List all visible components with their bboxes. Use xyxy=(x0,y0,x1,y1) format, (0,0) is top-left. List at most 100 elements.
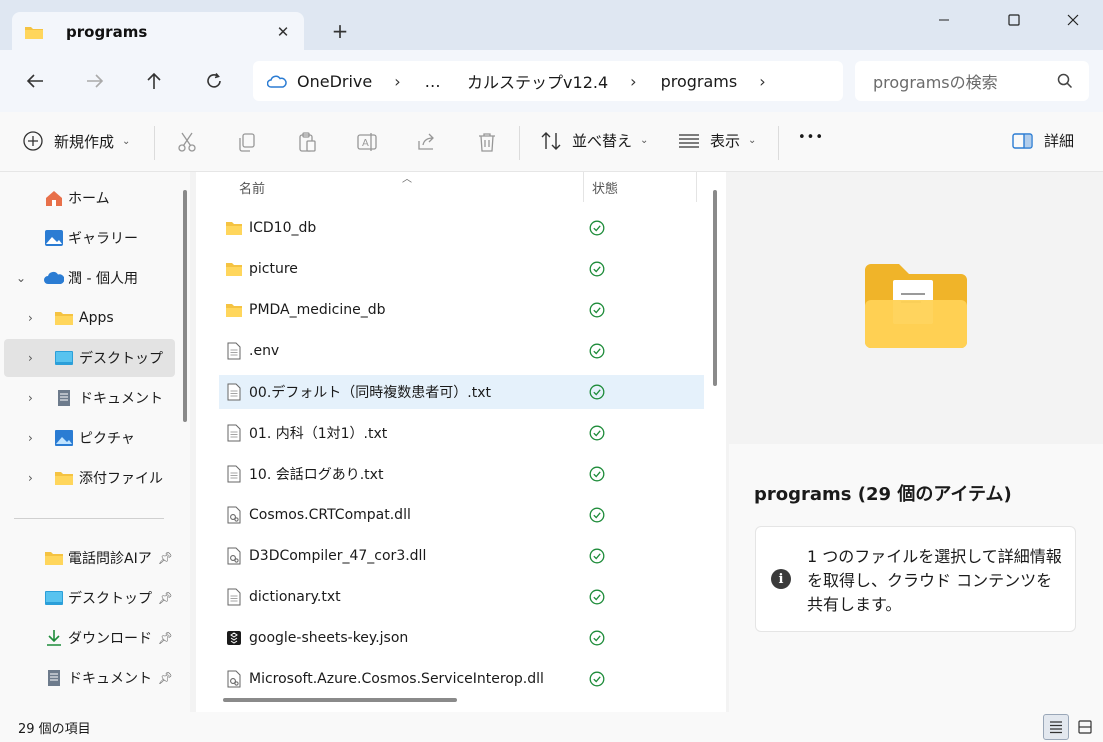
sync-status-icon xyxy=(589,548,605,564)
breadcrumb-separator[interactable]: › xyxy=(630,72,636,91)
close-icon xyxy=(1067,14,1079,26)
pin-icon[interactable]: 📌︎ xyxy=(158,591,173,605)
refresh-icon xyxy=(207,72,221,88)
file-row[interactable]: picture xyxy=(219,252,704,286)
large-icons-view-button[interactable] xyxy=(1072,714,1098,740)
new-tab-button[interactable]: + xyxy=(328,19,352,43)
chevron-down-icon: ⌄ xyxy=(122,135,131,147)
chevron-right-icon[interactable]: › xyxy=(28,471,33,485)
pin-icon[interactable]: 📌︎ xyxy=(158,631,173,645)
status-bar: 29 個の項目 xyxy=(0,712,1103,742)
chevron-down-icon[interactable]: ⌄ xyxy=(16,271,26,285)
forward-button[interactable] xyxy=(80,68,110,94)
sidebar-item-gallery[interactable]: ギャラリー xyxy=(4,219,175,257)
sync-status-icon xyxy=(589,384,605,400)
file-name: D3DCompiler_47_cor3.dll xyxy=(249,548,427,564)
sync-status-icon xyxy=(589,466,605,482)
sidebar-item-quick-downloads[interactable]: ダウンロード 📌︎ xyxy=(4,619,175,657)
details-pane-icon xyxy=(1012,132,1033,149)
sync-status-icon xyxy=(589,343,605,359)
sidebar-item-desktop[interactable]: › デスクトップ xyxy=(4,339,175,377)
address-bar[interactable]: OneDrive › … › カルステップv12.4 › programs › xyxy=(253,61,843,101)
new-button[interactable]: 新規作成 ⌄ xyxy=(22,130,130,152)
sidebar-item-quick-desktop[interactable]: デスクトップ 📌︎ xyxy=(4,579,175,617)
sort-button[interactable]: 並べ替え ⌄ xyxy=(540,130,648,151)
arrow-right-icon xyxy=(87,74,104,88)
back-button[interactable] xyxy=(20,68,50,94)
breadcrumb-separator[interactable]: › xyxy=(394,72,400,91)
file-row[interactable]: 00.デフォルト（同時複数患者可）.txt xyxy=(219,375,704,409)
breadcrumb-karustep[interactable]: カルステップv12.4 xyxy=(467,69,608,93)
search-input[interactable]: programsの検索 xyxy=(855,61,1089,101)
sidebar-item-home[interactable]: ホーム xyxy=(4,179,175,217)
file-row[interactable]: .env xyxy=(219,334,704,368)
file-name: PMDA_medicine_db xyxy=(249,302,386,318)
sidebar-item-onedrive[interactable]: ⌄ 潤 - 個人用 xyxy=(4,259,175,297)
breadcrumb-separator[interactable]: › xyxy=(759,72,765,91)
sidebar-item-documents[interactable]: › ドキュメント xyxy=(4,379,175,417)
dll-file-icon xyxy=(225,547,243,565)
pin-icon[interactable]: 📌︎ xyxy=(158,551,173,565)
chevron-right-icon[interactable]: › xyxy=(28,431,33,445)
column-header-name[interactable]: 名前 xyxy=(239,172,265,202)
details-title: programs (29 個のアイテム) xyxy=(754,484,1012,505)
chevron-right-icon[interactable]: › xyxy=(28,391,33,405)
sidebar-item-apps[interactable]: › Apps xyxy=(4,299,175,337)
tab-programs[interactable]: programs ✕ xyxy=(12,12,304,51)
file-list-vertical-scrollbar[interactable] xyxy=(713,190,717,386)
chevron-right-icon[interactable]: › xyxy=(28,351,33,365)
column-separator[interactable] xyxy=(696,172,697,202)
breadcrumb-programs[interactable]: programs xyxy=(661,72,738,91)
column-header-status[interactable]: 状態 xyxy=(592,172,618,202)
toolbar-divider xyxy=(154,126,155,160)
file-row[interactable]: Cosmos.CRTCompat.dll xyxy=(219,498,704,532)
sidebar-item-quick-documents[interactable]: ドキュメント 📌︎ xyxy=(4,659,175,697)
file-row[interactable]: 10. 会話ログあり.txt xyxy=(219,457,704,491)
sync-status-icon xyxy=(589,507,605,523)
file-row[interactable]: 01. 内科（1対1）.txt xyxy=(219,416,704,450)
file-row[interactable]: D3DCompiler_47_cor3.dll xyxy=(219,539,704,573)
details-view-button[interactable] xyxy=(1043,714,1069,740)
details-info-box: i 1 つのファイルを選択して詳細情報を取得し、クラウド コンテンツを共有します… xyxy=(755,526,1076,632)
file-row[interactable]: google-sheets-key.json xyxy=(219,621,704,655)
chevron-right-icon[interactable]: › xyxy=(28,311,33,325)
sidebar-item-quick-phone-ai[interactable]: 電話問診AIア 📌︎ xyxy=(4,539,175,577)
share-icon[interactable] xyxy=(416,131,438,153)
home-icon xyxy=(46,191,62,206)
up-button[interactable] xyxy=(139,68,169,94)
file-name: google-sheets-key.json xyxy=(249,630,409,646)
sidebar-item-pictures[interactable]: › ピクチャ xyxy=(4,419,175,457)
close-window-button[interactable] xyxy=(1050,6,1096,34)
picture-icon xyxy=(55,430,73,446)
breadcrumb-ellipsis[interactable]: … xyxy=(425,72,441,91)
toolbar-divider xyxy=(778,126,779,160)
sidebar-item-label: ホーム xyxy=(68,191,110,207)
minimize-icon xyxy=(939,19,949,21)
refresh-button[interactable] xyxy=(199,68,229,94)
breadcrumb-onedrive[interactable]: OneDrive xyxy=(297,72,372,91)
sync-status-icon xyxy=(589,589,605,605)
file-list-horizontal-scrollbar[interactable] xyxy=(223,698,457,702)
file-row[interactable]: Microsoft.Azure.Cosmos.ServiceInterop.dl… xyxy=(219,662,704,696)
paste-icon[interactable] xyxy=(296,131,318,153)
rename-icon[interactable]: A xyxy=(356,131,378,153)
copy-icon[interactable] xyxy=(236,131,258,153)
sidebar-item-attachments[interactable]: › 添付ファイル xyxy=(4,459,175,497)
onedrive-cloud-icon xyxy=(267,75,287,88)
view-button[interactable]: 表示 ⌄ xyxy=(678,130,756,151)
sort-icon xyxy=(541,131,561,150)
file-row[interactable]: dictionary.txt xyxy=(219,580,704,614)
cut-icon[interactable] xyxy=(176,131,198,153)
file-row[interactable]: ICD10_db xyxy=(219,211,704,245)
more-options-button[interactable]: ••• xyxy=(798,130,824,145)
maximize-button[interactable] xyxy=(991,6,1037,34)
file-row[interactable]: PMDA_medicine_db xyxy=(219,293,704,327)
minimize-button[interactable] xyxy=(921,6,967,34)
column-separator[interactable] xyxy=(583,172,584,202)
close-tab-button[interactable]: ✕ xyxy=(272,21,294,43)
pin-icon[interactable]: 📌︎ xyxy=(158,671,173,685)
delete-icon[interactable] xyxy=(476,131,498,153)
details-pane-button[interactable]: 詳細 xyxy=(1012,130,1074,151)
file-name: Microsoft.Azure.Cosmos.ServiceInterop.dl… xyxy=(249,671,544,687)
sidebar-scrollbar[interactable] xyxy=(183,190,187,422)
